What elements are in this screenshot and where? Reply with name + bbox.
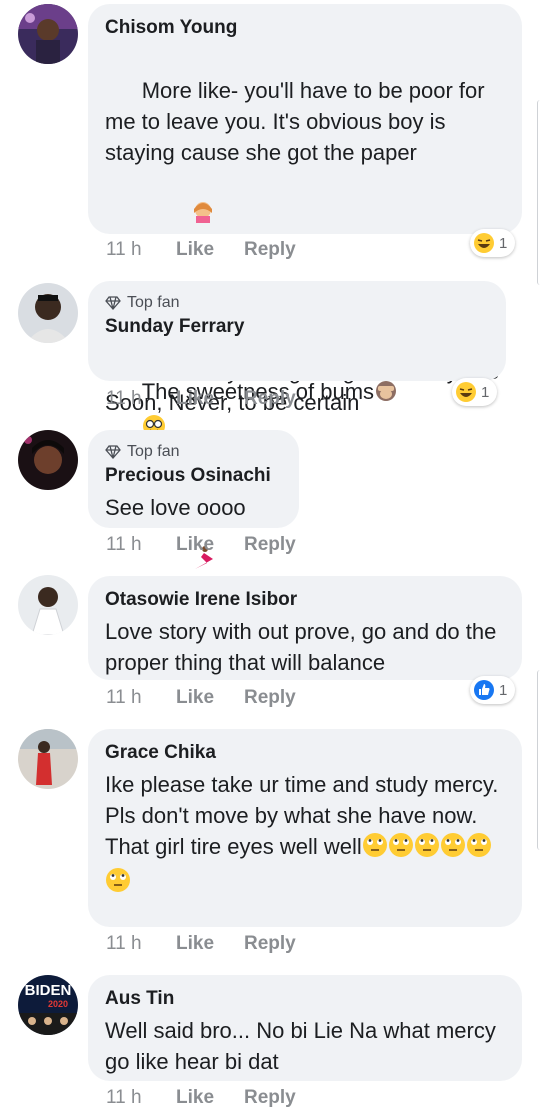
like-thumb-icon: [474, 680, 494, 700]
comment-actions: 11 h Like Reply: [106, 1086, 296, 1110]
avatar[interactable]: [18, 4, 78, 64]
comment-time[interactable]: 11 h: [106, 238, 176, 262]
comment-author[interactable]: Sunday Ferrary: [105, 315, 490, 339]
comment-author[interactable]: Aus Tin: [105, 987, 506, 1011]
comment-actions: 11 h Like Reply: [106, 387, 296, 411]
comment-bubble: Chisom Young More like- you'll have to b…: [88, 4, 522, 569]
reply-button[interactable]: Reply: [244, 686, 296, 710]
comment-actions: 11 h Like Reply: [106, 932, 296, 956]
comment-actions: 11 h Like Reply: [106, 686, 296, 710]
diamond-icon: [105, 296, 121, 310]
reply-button[interactable]: Reply: [244, 533, 296, 557]
avatar[interactable]: BIDEN 2020: [18, 975, 78, 1035]
avatar[interactable]: [18, 430, 78, 490]
comment-actions: 11 h Like Reply: [106, 238, 296, 262]
comment-author[interactable]: Otasowie Irene Isibor: [105, 588, 506, 612]
comment-actions: 11 h Like Reply: [106, 533, 296, 557]
reply-button[interactable]: Reply: [244, 387, 296, 411]
comment-bubble: Aus Tin Well said bro... No bi Lie Na wh…: [88, 975, 522, 1081]
reaction-count: 1: [499, 234, 508, 252]
comment-author[interactable]: Grace Chika: [105, 741, 506, 765]
comment-author[interactable]: Chisom Young: [105, 16, 506, 40]
reaction-count: 1: [481, 383, 490, 401]
eye-roll-emoji: [105, 867, 131, 901]
like-button[interactable]: Like: [176, 1086, 244, 1110]
avatar[interactable]: [18, 729, 78, 789]
eye-roll-emoji: [440, 832, 466, 866]
comment-text: Well said bro... No bi Lie Na what mercy…: [105, 1018, 502, 1074]
top-fan-badge: Top fan: [105, 442, 283, 462]
like-button[interactable]: Like: [176, 932, 244, 956]
top-fan-badge: Top fan: [105, 293, 490, 313]
comment-bubble: Grace Chika Ike please take ur time and …: [88, 729, 522, 927]
comment-text: Love story with out prove, go and do the…: [105, 619, 503, 675]
eye-roll-emoji: [388, 832, 414, 866]
reply-button[interactable]: Reply: [244, 1086, 296, 1110]
see-no-evil-monkey-emoji: [374, 379, 398, 411]
comment-author[interactable]: Precious Osinachi: [105, 464, 283, 488]
reaction-count: 1: [499, 681, 508, 699]
eye-roll-emoji: [414, 832, 440, 866]
comment-bubble: Top fan Sunday Ferrary The sweetness of …: [88, 281, 506, 507]
like-button[interactable]: Like: [176, 686, 244, 710]
comment-bubble: Top fan Precious Osinachi See love oooo: [88, 430, 299, 528]
like-button[interactable]: Like: [176, 238, 244, 262]
comment-time[interactable]: 11 h: [106, 387, 176, 411]
like-button[interactable]: Like: [176, 533, 244, 557]
comment-time[interactable]: 11 h: [106, 932, 176, 956]
laughing-face-icon: [456, 382, 476, 402]
diamond-icon: [105, 445, 121, 459]
comment-text: Ike please take ur time and study mercy.…: [105, 769, 506, 901]
avatar[interactable]: [18, 575, 78, 635]
reaction-summary[interactable]: 1: [452, 378, 498, 406]
avatar-biden-text: BIDEN: [25, 982, 72, 999]
avatar-year-text: 2020: [48, 999, 68, 1009]
reply-button[interactable]: Reply: [244, 932, 296, 956]
reply-button[interactable]: Reply: [244, 238, 296, 262]
comment-time[interactable]: 11 h: [106, 1086, 176, 1110]
eye-roll-emoji: [362, 832, 388, 866]
reaction-summary[interactable]: 1: [470, 676, 516, 704]
comment-time[interactable]: 11 h: [106, 533, 176, 557]
reaction-summary[interactable]: 1: [470, 229, 516, 257]
comment-bubble: Otasowie Irene Isibor Love story with ou…: [88, 576, 522, 680]
like-button[interactable]: Like: [176, 387, 244, 411]
eye-roll-emoji: [466, 832, 492, 866]
laughing-face-icon: [474, 233, 494, 253]
avatar[interactable]: [18, 283, 78, 343]
comment-time[interactable]: 11 h: [106, 686, 176, 710]
comment-text: See love oooo: [105, 495, 246, 520]
